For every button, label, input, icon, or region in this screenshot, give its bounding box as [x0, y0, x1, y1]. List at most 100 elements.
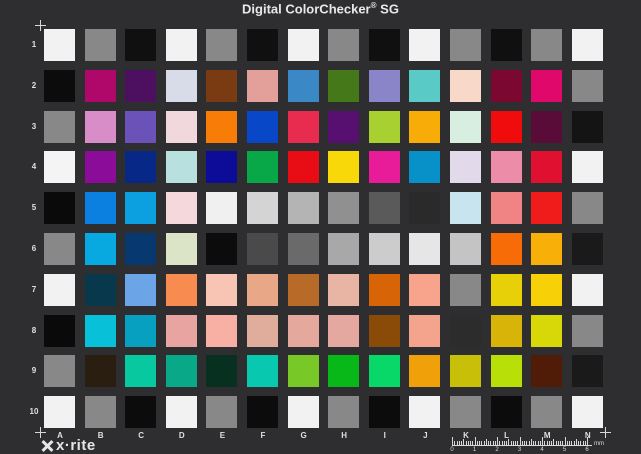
color-patch [490, 151, 522, 184]
row-label: 7 [31, 284, 37, 294]
ruler-tick [587, 437, 588, 445]
color-patch [125, 314, 157, 347]
color-patch [287, 273, 319, 306]
ruler-tick [537, 441, 539, 445]
color-patch [328, 151, 360, 184]
color-patch [328, 355, 360, 388]
color-patch [165, 273, 197, 306]
ruler-tick [488, 441, 489, 445]
color-patch [531, 110, 563, 143]
color-patch [125, 355, 157, 388]
color-patch [368, 314, 400, 347]
color-patch [531, 29, 563, 61]
color-patch [409, 69, 441, 102]
color-patch [368, 110, 400, 143]
row-label: 3 [31, 121, 37, 131]
color-patch [571, 396, 603, 429]
color-patch [206, 69, 238, 102]
color-patch [84, 314, 116, 347]
ruler-tick [571, 441, 573, 445]
chart-title: Digital ColorChecker® SG [0, 1, 641, 16]
color-patch [368, 192, 400, 225]
color-patch [328, 110, 360, 143]
ruler-tick [542, 437, 543, 445]
ruler-tick [472, 441, 474, 445]
color-patch [44, 151, 75, 184]
ruler-tick [560, 441, 561, 445]
ruler-tick [483, 441, 485, 445]
color-patch [287, 355, 319, 388]
ruler-tick [553, 439, 555, 445]
brand-logo: x·rite [40, 437, 96, 454]
color-patch [409, 192, 441, 225]
color-patch [165, 69, 197, 102]
ruler-number: 3 [517, 447, 522, 453]
color-patch [165, 233, 197, 265]
registered-mark: ® [370, 1, 377, 10]
ruler-tick [458, 441, 460, 445]
column-label: J [423, 431, 428, 440]
color-patch [44, 273, 75, 306]
color-patch [450, 233, 481, 265]
color-patch [571, 29, 603, 61]
color-patch [287, 233, 319, 265]
color-patch [450, 29, 481, 61]
color-patch [206, 29, 238, 61]
color-patch [328, 69, 360, 102]
color-patch [84, 69, 116, 102]
color-patch [44, 314, 75, 347]
color-patch [409, 151, 441, 184]
color-patch [328, 233, 360, 265]
ruler-tick [497, 437, 498, 445]
color-patch [368, 355, 400, 388]
color-patch [287, 314, 319, 347]
color-patch [368, 29, 400, 61]
color-patch [125, 192, 157, 225]
color-patch [490, 396, 522, 429]
color-patch [287, 69, 319, 102]
color-patch [44, 396, 75, 429]
color-patch [287, 110, 319, 143]
color-patch [571, 273, 603, 306]
ruler-tick [569, 441, 570, 445]
color-patch [206, 151, 238, 184]
ruler-tick [506, 441, 507, 445]
color-patch [490, 355, 522, 388]
color-patch [44, 192, 75, 225]
color-patch [165, 110, 197, 143]
colorchecker-chart: Digital ColorChecker® SG 1 2 3 4 5 6 7 8 9 10 A B C D… [0, 0, 641, 454]
color-patch [287, 396, 319, 429]
color-patch [165, 192, 197, 225]
color-patch [206, 314, 238, 347]
ruler-number: 1 [472, 447, 477, 453]
ruler-tick [492, 441, 494, 445]
ruler-number: 5 [562, 447, 567, 453]
color-patch [531, 192, 563, 225]
color-patch [450, 273, 481, 306]
ruler-tick [548, 441, 550, 445]
ruler-baseline [452, 445, 592, 446]
color-patch [328, 314, 360, 347]
color-patch [531, 69, 563, 102]
color-patch [571, 233, 603, 265]
color-patch [328, 396, 360, 429]
color-patch [490, 273, 522, 306]
color-patch [84, 29, 116, 61]
color-patch [125, 151, 157, 184]
color-patch [206, 355, 238, 388]
color-patch [531, 151, 563, 184]
color-patch [571, 110, 603, 143]
color-patch [44, 233, 75, 265]
color-patch [531, 355, 563, 388]
color-patch [206, 233, 238, 265]
color-patch [531, 233, 563, 265]
color-patch [368, 233, 400, 265]
row-label: 6 [31, 244, 37, 253]
ruler-tick [566, 441, 568, 445]
color-patch [44, 29, 75, 61]
title-suffix: SG [380, 1, 399, 17]
color-patch [450, 69, 481, 102]
ruler-tick [530, 439, 532, 445]
brand-text: x·rite [56, 437, 96, 454]
color-patch [450, 355, 481, 388]
